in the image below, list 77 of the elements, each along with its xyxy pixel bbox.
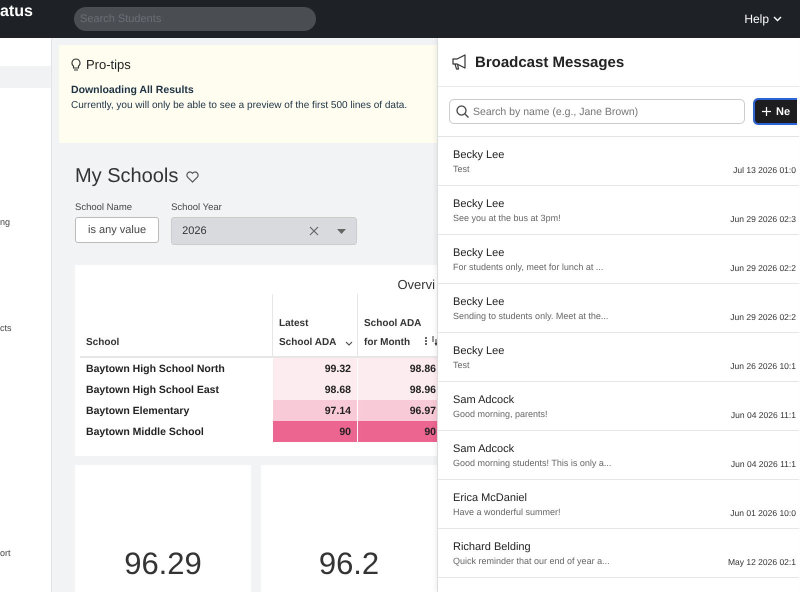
- sender-name: Becky Lee: [453, 296, 506, 308]
- sender-name: Becky Lee: [453, 198, 506, 210]
- table-cell-text: Baytown Elementary: [85, 404, 190, 418]
- message-item[interactable]: Erica McDaniel Have a wonderful summer! Jun 01 2026 10:0: [438, 480, 799, 529]
- plus-icon: [762, 107, 771, 116]
- help-menu[interactable]: Help: [738, 11, 788, 27]
- message-preview: Test: [453, 360, 471, 370]
- new-message-button[interactable]: Ne: [753, 98, 797, 125]
- sender-name: Sam Adcock: [453, 442, 516, 454]
- message-time: Jun 04 2026 11:1: [730, 410, 796, 420]
- table-title: Overvi: [396, 276, 436, 292]
- message-item[interactable]: Becky Lee Test Jun 26 2026 10:1: [438, 333, 799, 382]
- message-preview: For students only, meet for lunch at ...: [453, 262, 604, 272]
- message-item[interactable]: Becky Lee Sending to students only. Meet at the... Jun 29 2026 02:2: [438, 284, 799, 333]
- heart-icon[interactable]: [186, 170, 200, 182]
- message-item[interactable]: Sam Adcock Good morning students! This is only a... Jun 04 2026 11:1: [438, 431, 799, 480]
- dropdown-icon[interactable]: [337, 228, 346, 234]
- message-item[interactable]: Richard Belding Quick reminder that our end of year a... May 12 2026 02:1: [438, 529, 799, 578]
- message-preview: Good morning, parents!: [453, 408, 549, 418]
- table-cell: 99.32: [272, 357, 358, 379]
- message-preview: Sending to students only. Meet at the...: [453, 310, 610, 320]
- search-field[interactable]: Search by name (e.g., Jane Brown): [449, 99, 745, 124]
- sender-name: Becky Lee: [453, 344, 506, 356]
- column-header[interactable]: School: [80, 294, 272, 357]
- sidebar-item[interactable]: cts: [0, 317, 51, 339]
- panel-title: Broadcast Messages: [475, 54, 624, 70]
- message-item[interactable]: Becky Lee See you at the bus at 3pm! Jun 29 2026 02:3: [438, 186, 799, 235]
- message-item[interactable]: Becky Lee Test Jul 13 2026 01:0: [438, 137, 799, 186]
- tip-text: Currently, you will only be able to see a preview of the first 500 lines of data.: [71, 100, 408, 111]
- message-preview: See you at the bus at 3pm!: [453, 212, 562, 222]
- filter-label: School Year: [171, 202, 223, 213]
- tip-heading: Downloading All Results: [71, 84, 195, 96]
- message-time: Jun 29 2026 02:3: [730, 214, 796, 224]
- message-item[interactable]: Sam Adcock Good morning, parents! Jun 04 2026 11:1: [438, 382, 799, 431]
- message-time: Jun 26 2026 10:1: [730, 361, 796, 371]
- sidebar-item[interactable]: ort: [0, 542, 51, 564]
- message-preview: Have a wonderful summer!: [453, 506, 562, 516]
- sender-name: Sam Adcock: [453, 394, 516, 406]
- kpi-value: 96.29: [124, 548, 202, 579]
- table-cell: 98.68: [272, 379, 358, 400]
- table-cell-text: Baytown Middle School: [85, 424, 205, 440]
- sender-name: Richard Belding: [453, 540, 532, 552]
- message-item[interactable]: Becky Lee For students only, meet for lunch at ... Jun 29 2026 02:2: [438, 235, 799, 284]
- pro-tips-title: Pro-tips: [86, 57, 131, 72]
- table-cell: 90: [272, 421, 358, 442]
- message-preview: Good morning students! This is only a...: [453, 458, 612, 468]
- chevron-icon: [345, 341, 353, 346]
- table-cell-text: Baytown High School East: [85, 382, 220, 398]
- school-name-field[interactable]: is any value: [75, 217, 160, 243]
- search-icon: [456, 105, 469, 118]
- message-time: Jul 13 2026 01:0: [733, 165, 796, 175]
- logo-text: atus: [0, 3, 34, 21]
- kpi-value: 96.2: [318, 548, 380, 579]
- table-cell: 97.14: [272, 400, 358, 421]
- message-preview: Quick reminder that our end of year a...: [453, 556, 611, 566]
- table-cell: Baytown High School North: [80, 357, 272, 379]
- filter-label: School Name: [75, 202, 134, 213]
- sender-name: Becky Lee: [453, 246, 506, 258]
- page-title: My Schools: [75, 165, 178, 188]
- message-time: Jun 04 2026 11:1: [730, 459, 796, 469]
- table-cell: 98.96: [358, 379, 437, 400]
- message-time: Jun 01 2026 10:0: [730, 508, 796, 518]
- sort-icon[interactable]: [424, 335, 437, 346]
- school-year-select[interactable]: 2026: [171, 217, 358, 245]
- message-preview: Test: [453, 164, 471, 174]
- message-time: Jun 29 2026 02:2: [730, 312, 796, 322]
- message-time: Jun 29 2026 02:2: [730, 263, 796, 273]
- lightbulb-icon: [71, 58, 81, 72]
- table-cell: 98.86: [358, 357, 437, 379]
- sender-name: Erica McDaniel: [453, 492, 528, 504]
- sidebar-item[interactable]: ng: [0, 211, 51, 233]
- message-time: May 12 2026 02:1: [728, 557, 796, 567]
- table-cell: 90: [358, 421, 437, 442]
- sender-name: Becky Lee: [453, 148, 506, 160]
- chevron-icon: [773, 16, 782, 22]
- clear-icon[interactable]: [309, 226, 320, 236]
- table-cell: 96.97: [358, 400, 437, 421]
